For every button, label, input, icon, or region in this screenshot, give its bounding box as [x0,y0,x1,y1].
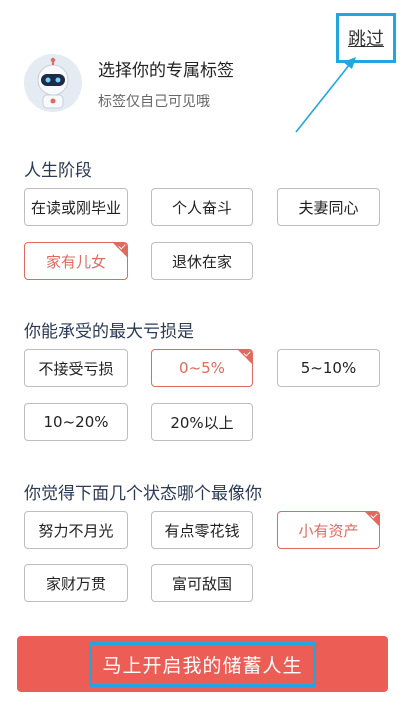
tag-1-1[interactable]: 0~5% [151,349,253,387]
tag-2-4[interactable]: 富可敌国 [151,564,253,602]
tag-0-1[interactable]: 个人奋斗 [151,188,253,226]
tag-1-3[interactable]: 10~20% [24,403,128,441]
section-title-max-loss: 你能承受的最大亏损是 [24,322,194,342]
tag-0-4[interactable]: 退休在家 [151,242,253,280]
tag-2-2[interactable]: 小有资产 [277,511,380,549]
tag-0-2[interactable]: 夫妻同心 [277,188,380,226]
tag-1-0[interactable]: 不接受亏损 [24,349,128,387]
page-subtitle: 标签仅自己可见哦 [98,93,210,110]
tag-2-1[interactable]: 有点零花钱 [151,511,253,549]
robot-avatar [24,54,82,112]
start-savings-button[interactable]: 马上开启我的储蓄人生 [17,636,388,692]
header: 选择你的专属标签 标签仅自己可见哦 [24,54,234,112]
tag-1-4[interactable]: 20%以上 [151,403,253,441]
section-title-life-stage: 人生阶段 [24,161,92,181]
start-savings-label[interactable]: 马上开启我的储蓄人生 [89,641,316,687]
tag-1-2[interactable]: 5~10% [277,349,380,387]
skip-label[interactable]: 跳过 [348,25,384,51]
tag-0-0[interactable]: 在读或刚毕业 [24,188,128,226]
tag-2-3[interactable]: 家财万贯 [24,564,128,602]
tag-2-0[interactable]: 努力不月光 [24,511,128,549]
section-title-status: 你觉得下面几个状态哪个最像你 [24,484,262,504]
tag-0-3[interactable]: 家有儿女 [24,242,128,280]
page-title: 选择你的专属标签 [98,60,234,81]
skip-button[interactable]: 跳过 [336,13,396,63]
